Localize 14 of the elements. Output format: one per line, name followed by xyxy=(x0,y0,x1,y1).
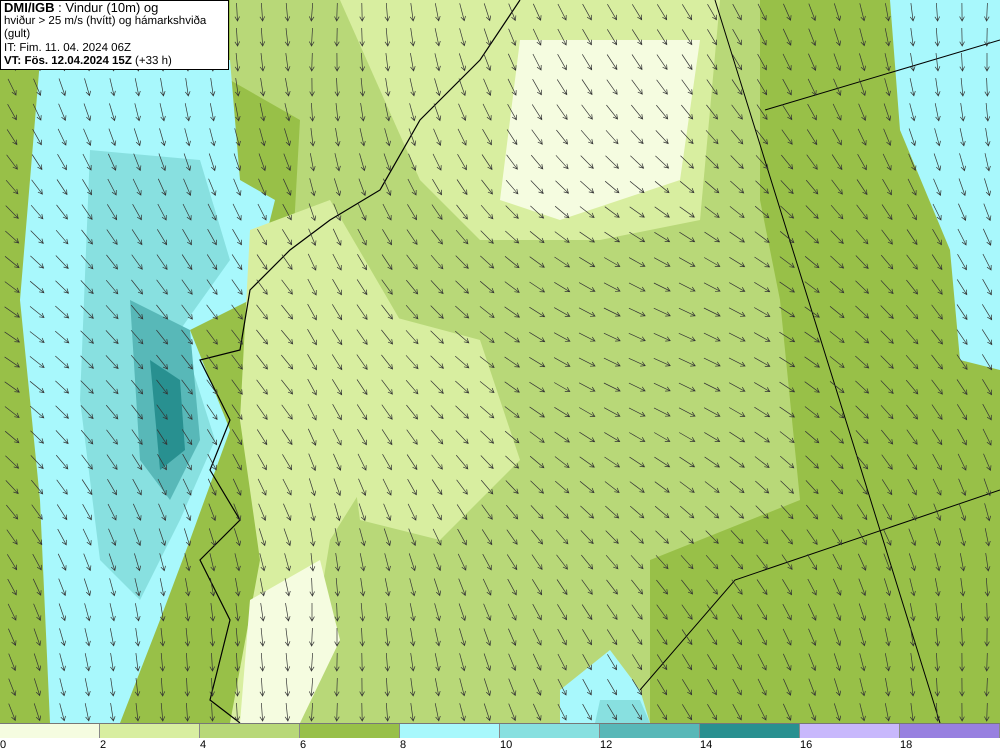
legend-label: 6 xyxy=(300,739,306,751)
chart-title: DMI/IGB : Vindur (10m) og xyxy=(4,1,160,14)
legend-label: 10 xyxy=(500,739,512,751)
legend-label: 14 xyxy=(700,739,712,751)
legend-label: 16 xyxy=(800,739,812,751)
legend-label: 2 xyxy=(100,739,106,751)
info-line: IT: Fim. 11. 04. 2024 06Z xyxy=(4,42,132,55)
info-line: hviður > 25 m/s (hvítt) og hámarkshviða (gult) xyxy=(4,14,208,42)
legend-label: 4 xyxy=(200,739,206,751)
legend-label: 0 xyxy=(0,739,6,751)
legend-label: 18 xyxy=(900,739,912,751)
info-line: VT: Fös. 12.04.2024 15Z (+33 h) xyxy=(4,55,173,68)
legend-label: 12 xyxy=(600,739,612,751)
legend-label: 8 xyxy=(400,739,406,751)
